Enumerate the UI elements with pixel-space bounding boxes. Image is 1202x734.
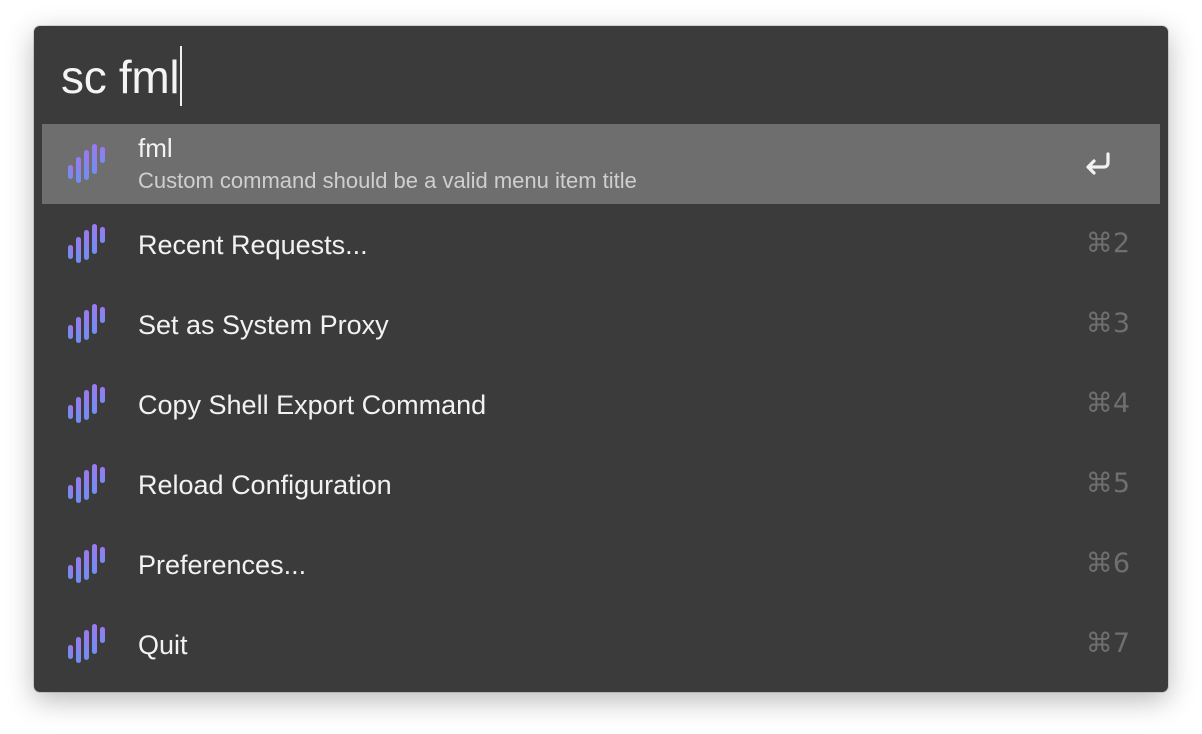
shortcut-label: ⌘3 (1085, 308, 1130, 339)
shortcut-label: ⌘6 (1085, 548, 1130, 579)
result-title: Preferences... (138, 550, 307, 580)
result-title: Recent Requests... (138, 230, 368, 260)
surge-waveform-icon (68, 464, 105, 503)
result-title: Copy Shell Export Command (138, 390, 487, 420)
shortcut-label: ⌘2 (1085, 228, 1130, 259)
result-row-recent-requests[interactable]: Recent Requests... ⌘2 (42, 204, 1160, 284)
result-row-copy-shell-export-command[interactable]: Copy Shell Export Command ⌘4 (42, 364, 1160, 444)
shortcut-label: ⌘5 (1085, 468, 1130, 499)
shortcut-label: ⌘4 (1085, 388, 1130, 419)
result-row-preferences[interactable]: Preferences... ⌘6 (42, 524, 1160, 604)
text-cursor (180, 46, 183, 106)
result-row-quit[interactable]: Quit ⌘7 (42, 604, 1160, 684)
surge-waveform-icon (68, 224, 105, 263)
return-icon (1086, 152, 1110, 175)
result-title: Set as System Proxy (138, 310, 389, 340)
result-title: Quit (138, 630, 188, 660)
result-row-set-as-system-proxy[interactable]: Set as System Proxy ⌘3 (42, 284, 1160, 364)
search-input[interactable]: sc fml (61, 46, 183, 106)
result-title: fml (138, 133, 173, 163)
surge-waveform-icon (68, 384, 105, 423)
result-title: Reload Configuration (138, 470, 392, 500)
result-subtitle: Custom command should be a valid menu it… (138, 168, 637, 193)
surge-waveform-icon (68, 304, 105, 343)
shortcut-label: ⌘7 (1085, 628, 1130, 659)
surge-waveform-icon (68, 544, 105, 583)
surge-waveform-icon (68, 144, 105, 183)
surge-waveform-icon (68, 624, 105, 663)
result-row-reload-configuration[interactable]: Reload Configuration ⌘5 (42, 444, 1160, 524)
search-query-text: sc fml (61, 51, 180, 103)
result-row-fml[interactable]: fml Custom command should be a valid men… (42, 124, 1160, 204)
search-bar[interactable]: sc fml (34, 26, 1168, 124)
launcher-window: sc fml fml Custom command should be a va… (34, 26, 1168, 692)
results-list: fml Custom command should be a valid men… (42, 124, 1160, 684)
